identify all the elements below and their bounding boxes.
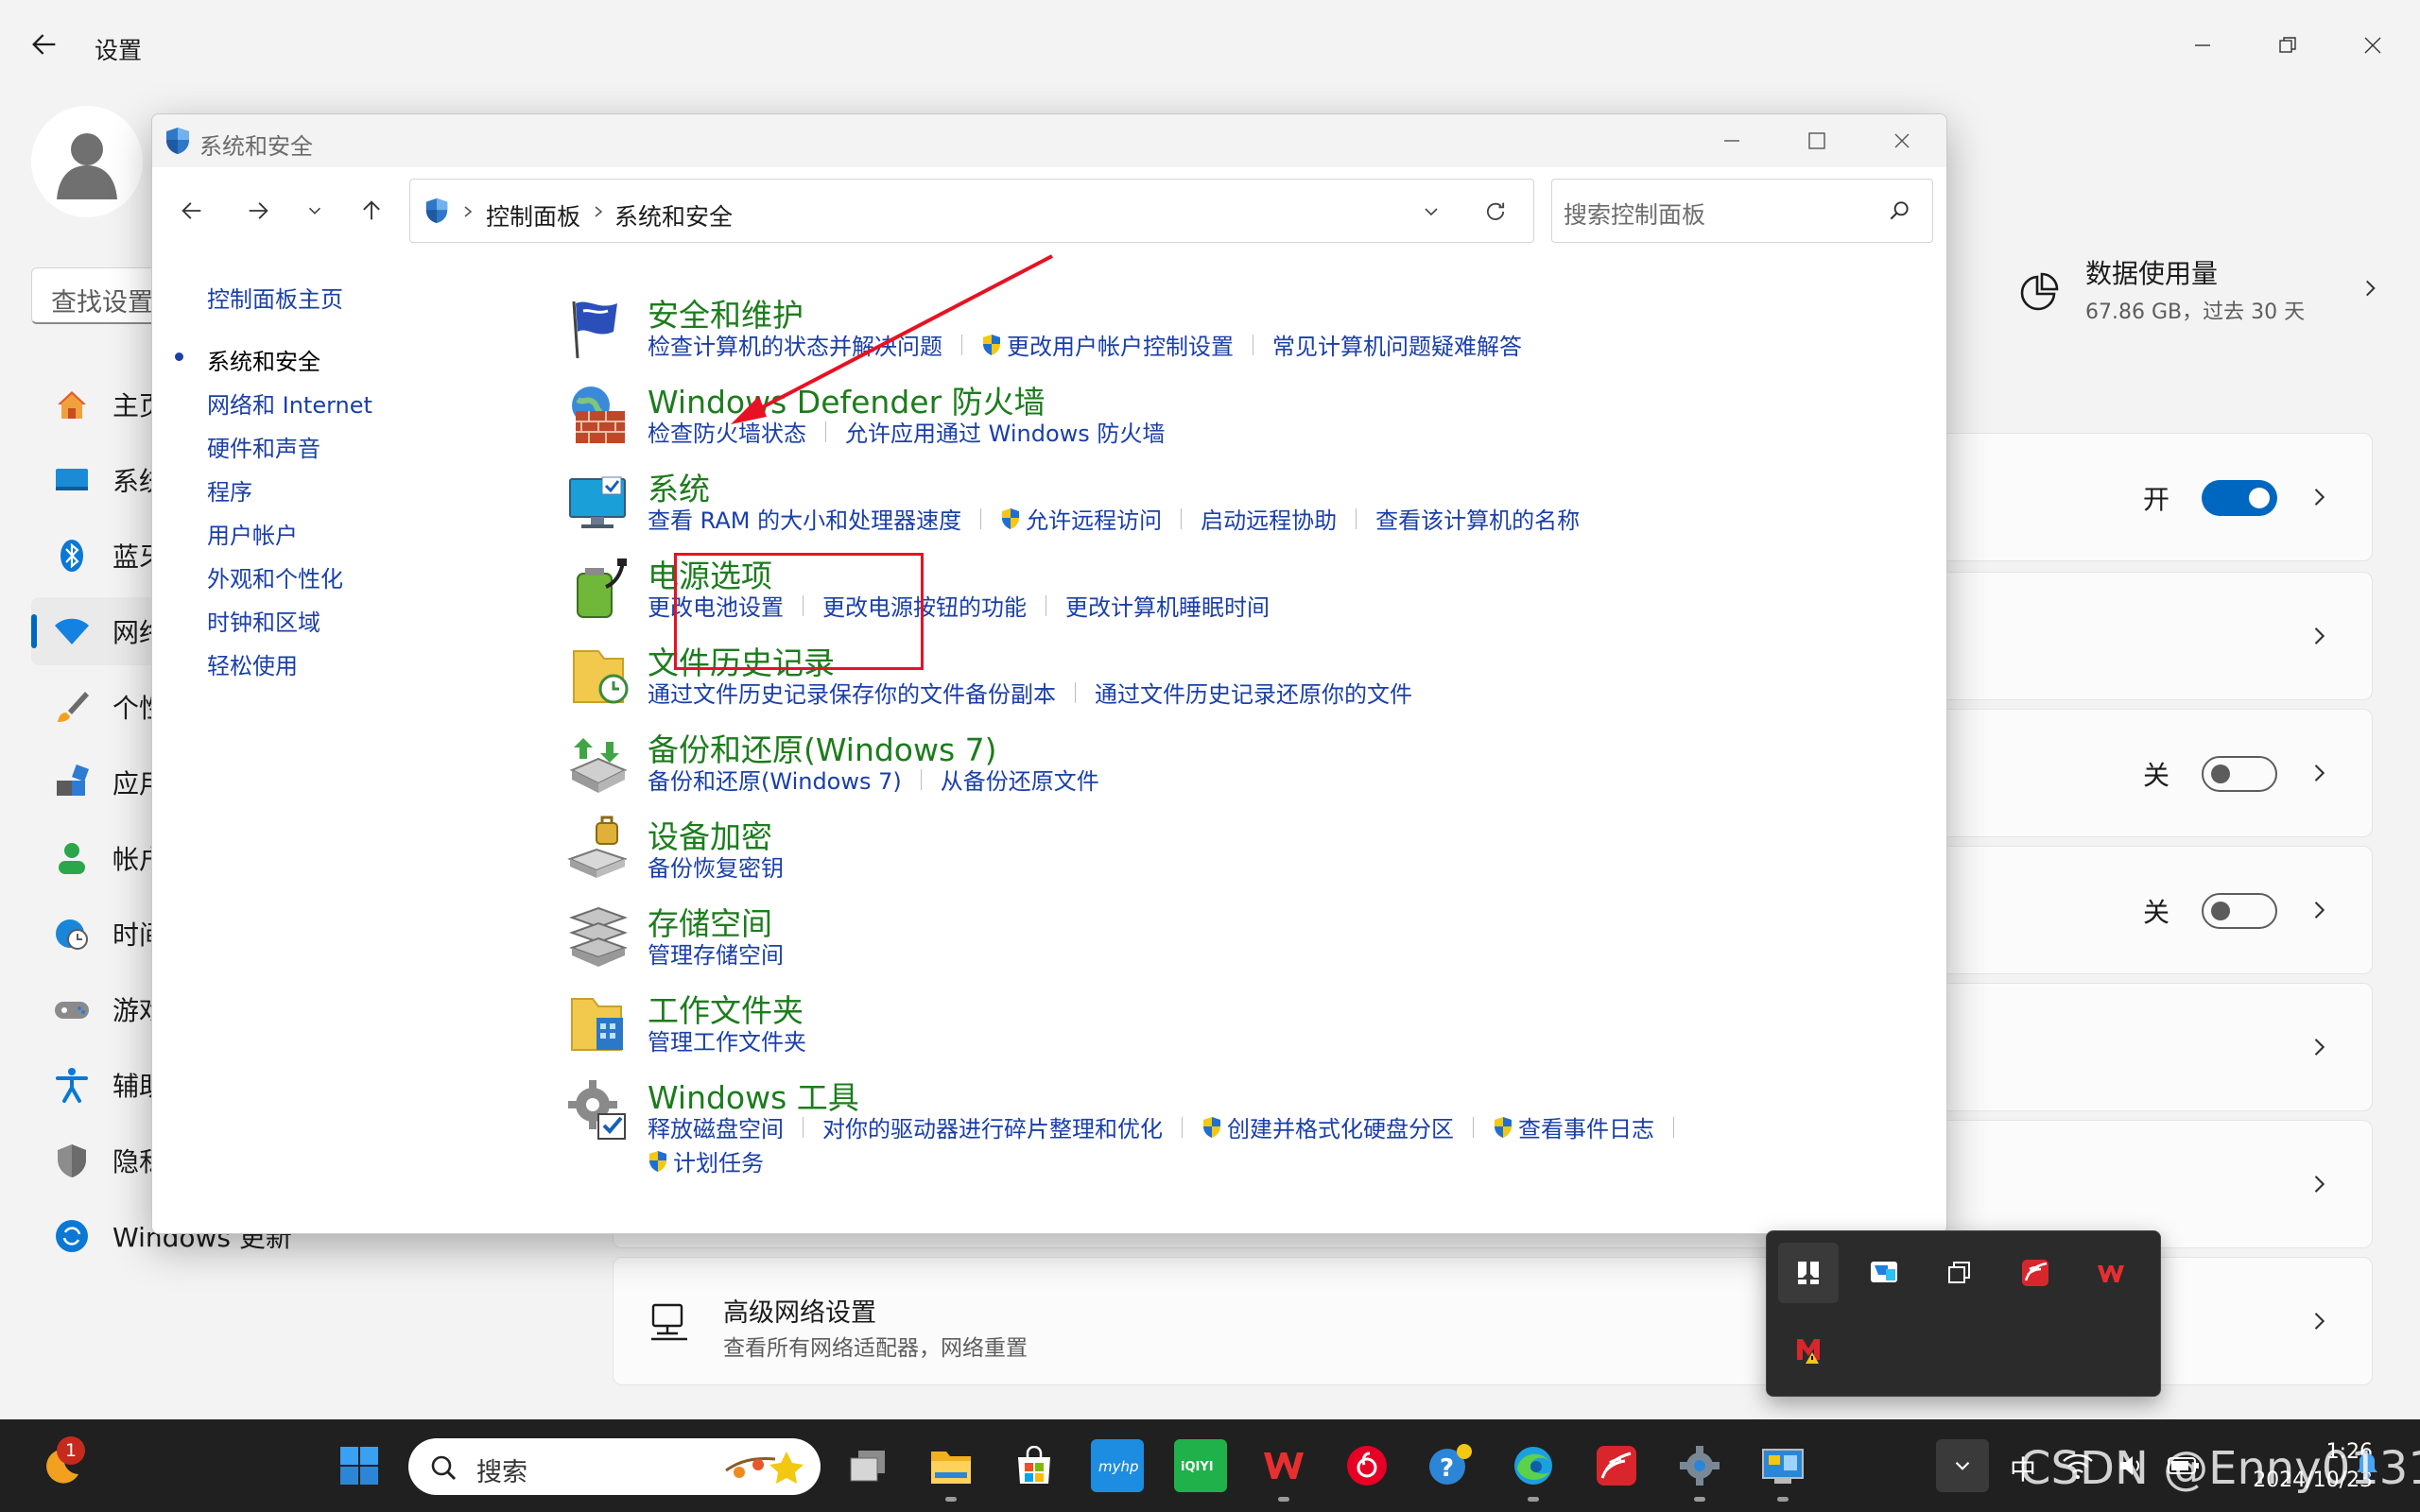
annotation-arrow [731, 254, 1053, 424]
back-arrow-icon[interactable] [28, 28, 60, 60]
person-icon [48, 839, 95, 877]
data-usage-link[interactable]: 数据使用量 67.86 GB，过去 30 天 [2014, 248, 2382, 333]
apps-icon [48, 764, 95, 801]
running-indicator [1278, 1497, 1289, 1502]
chaoxing-icon[interactable] [1590, 1439, 1643, 1492]
brush-icon [48, 688, 95, 726]
chevron-right-icon [2358, 276, 2382, 301]
svg-text:iQIYI: iQIYI [1181, 1460, 1214, 1474]
search-placeholder: 搜索 [476, 1458, 527, 1487]
task-view-icon[interactable] [841, 1439, 894, 1492]
wps-office-icon[interactable] [1257, 1439, 1310, 1492]
tray-app-icon[interactable] [1854, 1243, 1914, 1303]
advanced-network-title: 高级网络设置 [723, 1298, 876, 1328]
chevron-right-icon [2306, 760, 2332, 786]
file-explorer-icon[interactable] [925, 1439, 977, 1492]
close-icon[interactable] [2335, 17, 2411, 74]
update-icon [48, 1217, 95, 1255]
data-usage-subtitle: 67.86 GB，过去 30 天 [2085, 301, 2306, 324]
control-panel-taskbar-icon[interactable] [1756, 1439, 1809, 1492]
running-indicator [1528, 1497, 1539, 1502]
netease-music-icon[interactable] [1340, 1439, 1393, 1492]
edge-browser-icon[interactable] [1507, 1439, 1560, 1492]
myhp-icon[interactable]: myhp [1091, 1439, 1144, 1492]
pie-chart-icon [2019, 272, 2059, 312]
avatar[interactable] [31, 106, 143, 217]
tray-overflow-flyout [1766, 1230, 2161, 1397]
search-icon [429, 1453, 458, 1482]
network-pc-icon [648, 1301, 691, 1345]
windows-start-icon[interactable] [333, 1439, 386, 1492]
toggle-state-label: 关 [2142, 897, 2169, 928]
taskbar-search-box[interactable]: 搜索 [408, 1438, 821, 1495]
wps-tray-icon[interactable] [2081, 1243, 2141, 1303]
toggle-state-label: 开 [2142, 484, 2169, 515]
control-panel-window: 系统和安全 控制面板 系统和安全 .addr{width:1190px} 搜索控… [151, 113, 1947, 1234]
copy-windows-icon[interactable] [1929, 1243, 1990, 1303]
restore-icon[interactable] [2250, 17, 2325, 74]
running-indicator [1777, 1497, 1789, 1502]
toggle-state-label: 关 [2142, 760, 2169, 791]
chevron-right-icon [2306, 1171, 2332, 1197]
running-indicator [945, 1497, 957, 1502]
wifi-toggle[interactable] [2202, 480, 2277, 516]
settings-gear-icon[interactable] [1673, 1439, 1726, 1492]
tray-app-warning-icon[interactable] [1778, 1320, 1839, 1381]
minimize-icon[interactable] [2165, 17, 2240, 74]
setting-toggle[interactable] [2202, 756, 2277, 792]
tray-overflow-chevron-icon[interactable] [1936, 1439, 1989, 1492]
svg-text:?: ? [1440, 1454, 1454, 1483]
settings-title: 设置 [95, 37, 143, 64]
running-indicator [1694, 1497, 1705, 1502]
chevron-right-icon [2306, 1308, 2332, 1334]
bluetooth-icon [48, 537, 95, 575]
wifi-icon [48, 612, 95, 650]
setting-toggle[interactable] [2202, 893, 2277, 929]
chevron-right-icon [2306, 484, 2332, 510]
svg-text:myhp: myhp [1098, 1458, 1138, 1475]
csdn-watermark: CSDN @Enny0131 [2019, 1442, 2420, 1495]
chevron-right-icon [2306, 623, 2332, 649]
chevron-right-icon [2306, 897, 2332, 923]
accessibility-icon [48, 1066, 95, 1104]
nav-selection-indicator [31, 614, 37, 648]
tray-app-icon[interactable] [2005, 1243, 2066, 1303]
search-highlight-illustration-icon [720, 1444, 811, 1489]
data-usage-title: 数据使用量 [2085, 258, 2219, 289]
iqiyi-icon[interactable]: iQIYI [1174, 1439, 1227, 1492]
help-icon[interactable]: ? [1424, 1439, 1477, 1492]
shield-icon [48, 1142, 95, 1179]
gamepad-icon [48, 990, 95, 1028]
home-icon [48, 386, 95, 423]
tray-app-icon[interactable] [1778, 1243, 1839, 1303]
notification-badge: 1 [57, 1436, 85, 1465]
monitor-icon [48, 461, 95, 499]
advanced-network-subtitle: 查看所有网络适配器，网络重置 [723, 1336, 1028, 1361]
microsoft-store-icon[interactable] [1008, 1439, 1061, 1492]
clock-globe-icon [48, 915, 95, 953]
chevron-right-icon [2306, 1034, 2332, 1060]
